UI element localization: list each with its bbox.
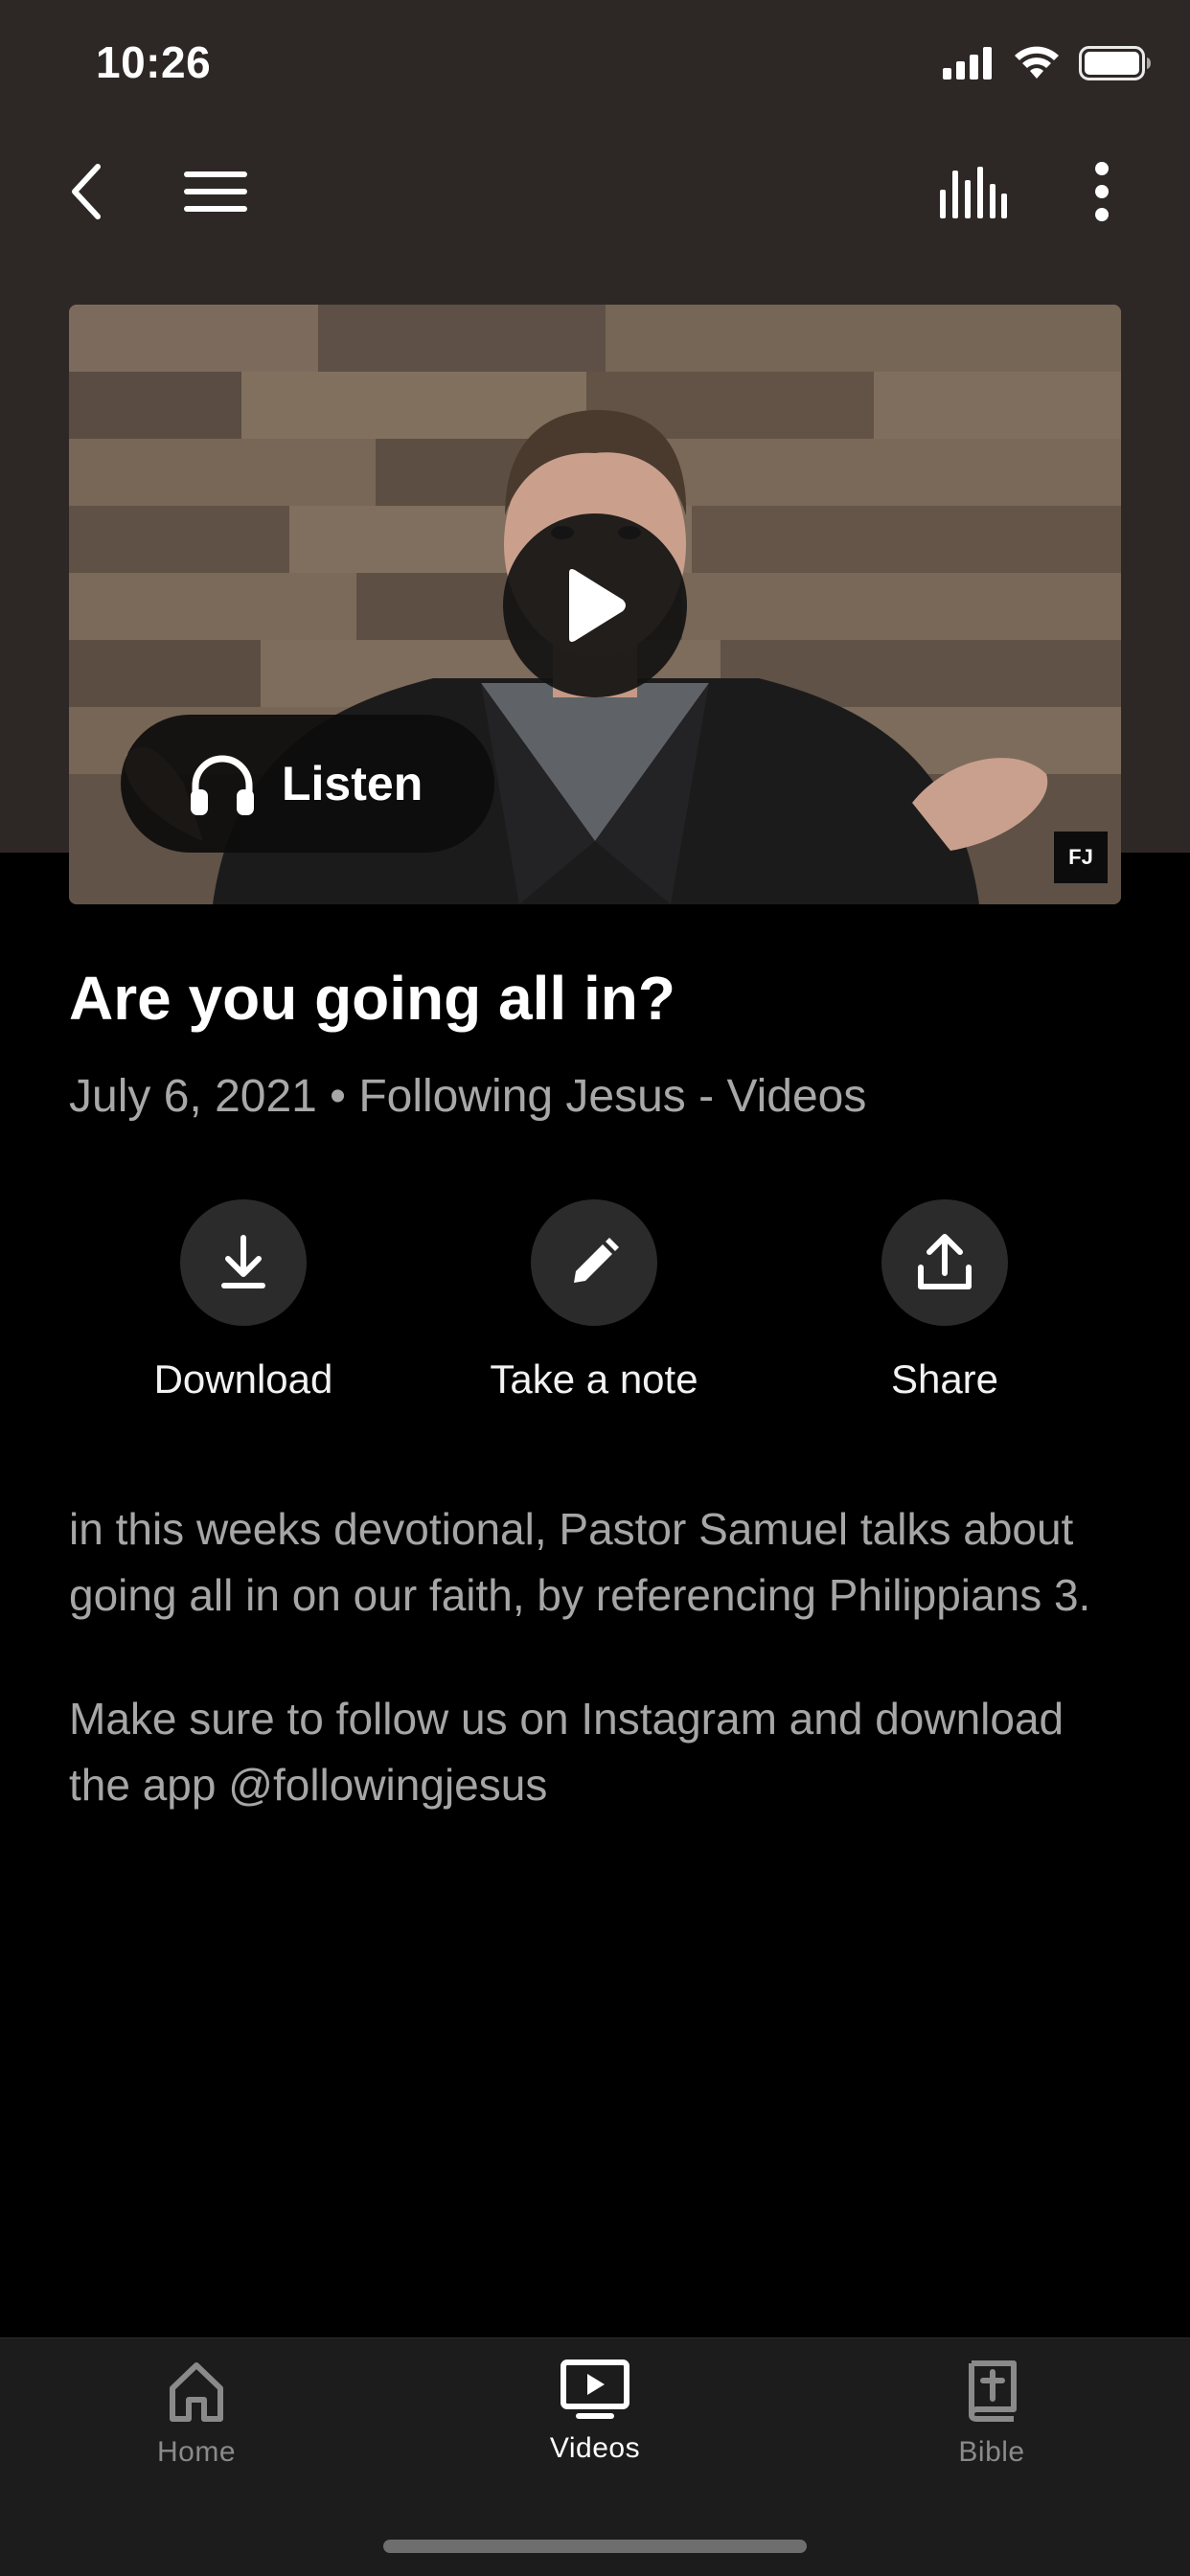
tab-home-label: Home — [156, 2436, 237, 2468]
headphones-icon — [191, 755, 254, 815]
download-circle — [180, 1199, 307, 1326]
take-note-circle — [531, 1199, 657, 1326]
wifi-icon — [1015, 46, 1059, 79]
tab-bible-label: Bible — [958, 2436, 1025, 2468]
action-row: Download Take a note Share — [0, 1199, 1190, 1420]
video-meta: July 6, 2021 • Following Jesus - Videos — [69, 1071, 867, 1122]
status-time: 10:26 — [96, 37, 212, 87]
channel-badge: FJ — [1054, 832, 1108, 883]
video-player[interactable]: Listen FJ — [69, 305, 1121, 904]
battery-icon — [1079, 46, 1151, 80]
share-icon — [918, 1234, 972, 1289]
hamburger-menu-icon — [184, 171, 247, 212]
audio-bars-icon — [940, 167, 1007, 218]
take-note-label: Take a note — [490, 1356, 698, 1402]
more-vertical-icon — [1095, 162, 1109, 221]
tab-videos-label: Videos — [549, 2432, 641, 2464]
download-button[interactable]: Download — [100, 1199, 387, 1402]
bible-icon — [969, 2360, 1017, 2422]
cellular-signal-icon — [943, 47, 992, 80]
video-description: in this weeks devotional, Pastor Samuel … — [69, 1496, 1123, 1876]
listen-label: Listen — [282, 757, 423, 810]
play-button[interactable] — [503, 513, 687, 697]
tab-home[interactable]: Home — [53, 2359, 340, 2469]
download-icon — [221, 1235, 265, 1288]
take-note-button[interactable]: Take a note — [450, 1199, 738, 1402]
status-icons — [943, 46, 1152, 80]
status-bar: 10:26 — [0, 0, 1190, 134]
video-title: Are you going all in? — [69, 964, 675, 1033]
tab-bible[interactable]: Bible — [848, 2359, 1135, 2469]
more-button[interactable] — [1064, 144, 1140, 239]
top-nav — [0, 144, 1190, 239]
pencil-icon — [574, 1238, 619, 1283]
description-paragraph: Make sure to follow us on Instagram and … — [69, 1694, 1064, 1810]
play-icon — [569, 569, 626, 642]
home-icon — [170, 2362, 223, 2422]
download-label: Download — [153, 1356, 333, 1402]
description-paragraph: in this weeks devotional, Pastor Samuel … — [69, 1504, 1091, 1620]
listen-button[interactable]: Listen — [121, 715, 494, 853]
audio-button[interactable] — [929, 144, 1016, 239]
share-circle — [881, 1199, 1008, 1326]
share-button[interactable]: Share — [801, 1199, 1088, 1402]
share-label: Share — [890, 1356, 999, 1402]
videos-icon — [561, 2359, 629, 2419]
back-button[interactable] — [48, 144, 125, 239]
home-indicator — [383, 2540, 807, 2553]
tab-videos[interactable]: Videos — [451, 2359, 739, 2465]
menu-button[interactable] — [172, 144, 259, 239]
back-chevron-icon — [72, 164, 101, 219]
